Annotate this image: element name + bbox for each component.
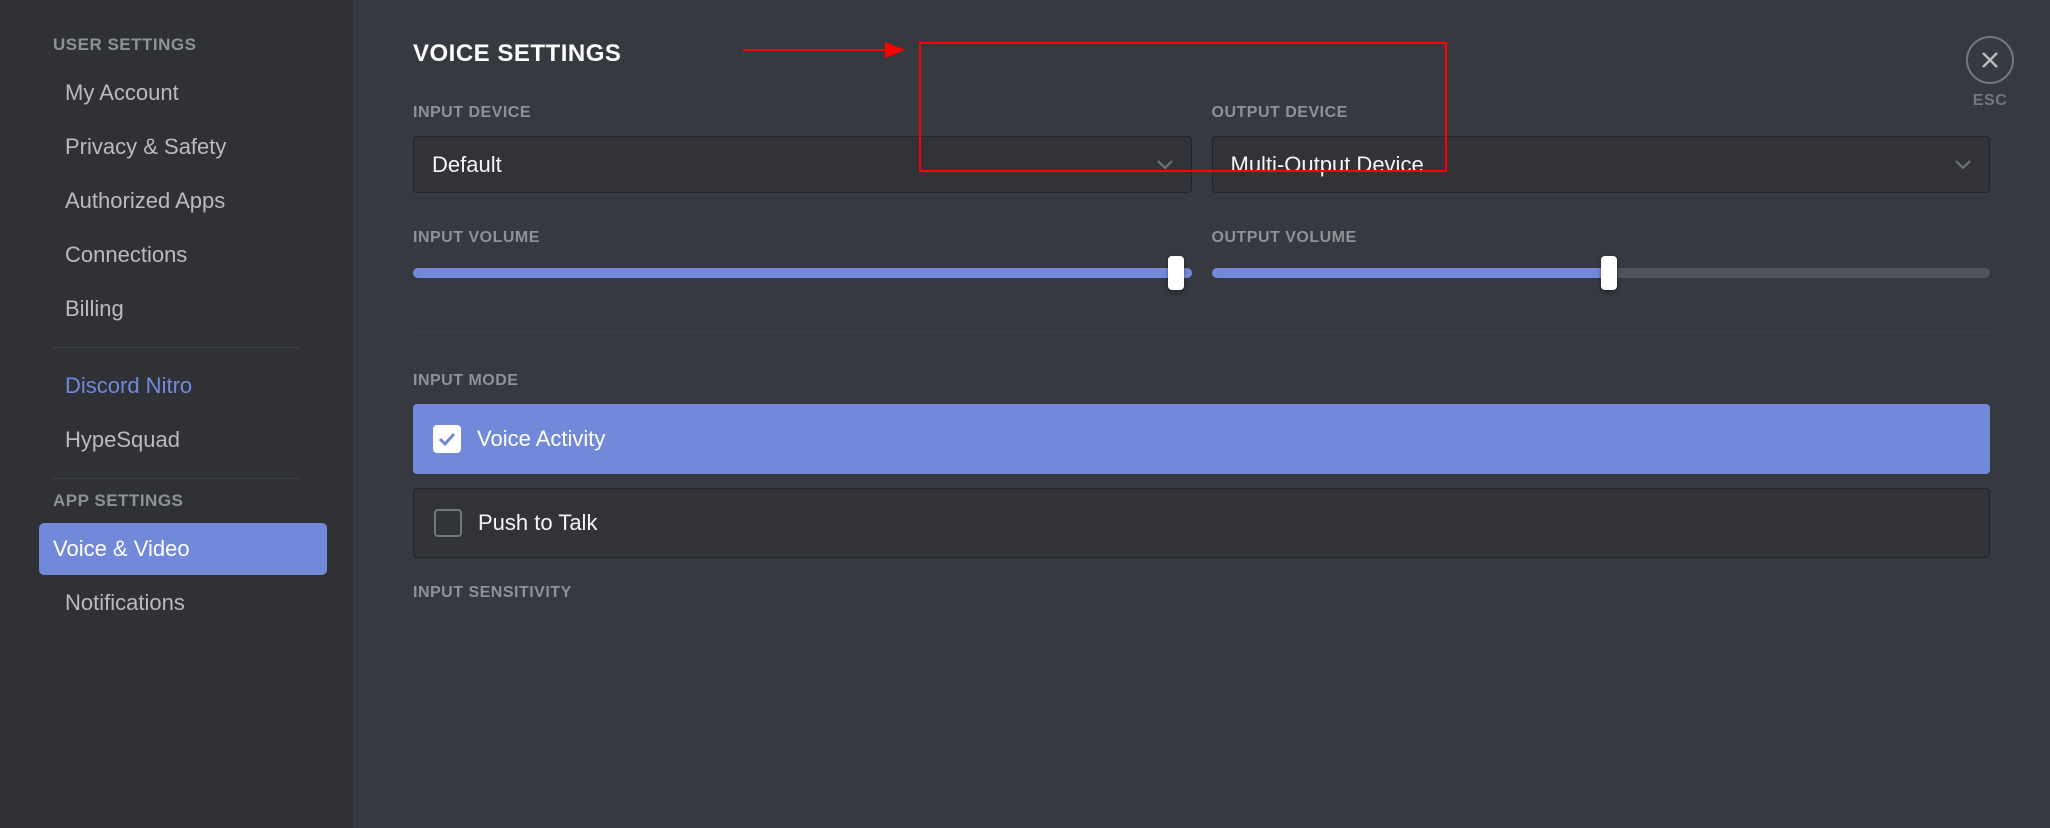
sidebar-item-authorized-apps[interactable]: Authorized Apps [12,175,341,227]
close-icon [1966,36,2014,84]
output-volume-slider[interactable] [1212,263,1991,283]
sidebar-item-voice-video[interactable]: Voice & Video [39,523,327,575]
input-device-value: Default [432,152,502,178]
slider-fill [413,268,1192,278]
output-device-column: OUTPUT DEVICE Multi-Output Device [1212,104,1991,193]
output-volume-label: OUTPUT VOLUME [1212,229,1991,247]
sidebar-item-privacy-safety[interactable]: Privacy & Safety [12,121,341,173]
sidebar-item-discord-nitro[interactable]: Discord Nitro [12,360,341,412]
input-volume-slider[interactable] [413,263,1192,283]
close-button[interactable]: ESC [1966,36,2014,110]
radio-label: Voice Activity [477,426,605,452]
divider [413,331,1990,332]
slider-fill [1212,268,1609,278]
sidebar-item-hypesquad[interactable]: HypeSquad [12,414,341,466]
output-device-select[interactable]: Multi-Output Device [1212,136,1991,193]
input-device-select[interactable]: Default [413,136,1192,193]
main-content: VOICE SETTINGS INPUT DEVICE Default OUTP… [353,0,2050,828]
slider-thumb[interactable] [1168,256,1184,290]
divider [53,478,300,479]
checkbox-checked-icon [433,425,461,453]
input-device-column: INPUT DEVICE Default [413,104,1192,193]
sidebar: USER SETTINGS My Account Privacy & Safet… [0,0,353,828]
sidebar-item-billing[interactable]: Billing [12,283,341,335]
output-device-label: OUTPUT DEVICE [1212,104,1991,122]
sidebar-item-notifications[interactable]: Notifications [12,577,341,629]
input-device-label: INPUT DEVICE [413,104,1192,122]
page-title: VOICE SETTINGS [413,40,1990,68]
input-mode-push-to-talk[interactable]: Push to Talk [413,488,1990,558]
input-sensitivity-label: INPUT SENSITIVITY [413,584,1990,602]
input-mode-voice-activity[interactable]: Voice Activity [413,404,1990,474]
divider [53,347,300,348]
user-settings-header: USER SETTINGS [0,35,353,65]
sidebar-item-my-account[interactable]: My Account [12,67,341,119]
checkbox-unchecked-icon [434,509,462,537]
input-volume-column: INPUT VOLUME [413,229,1192,283]
esc-label: ESC [1973,92,2007,110]
chevron-down-icon [1157,160,1173,170]
input-mode-label: INPUT MODE [413,372,1990,390]
slider-thumb[interactable] [1601,256,1617,290]
sidebar-item-connections[interactable]: Connections [12,229,341,281]
input-volume-label: INPUT VOLUME [413,229,1192,247]
app-settings-header: APP SETTINGS [0,491,353,521]
radio-label: Push to Talk [478,510,597,536]
output-device-value: Multi-Output Device [1231,152,1424,178]
chevron-down-icon [1955,160,1971,170]
output-volume-column: OUTPUT VOLUME [1212,229,1991,283]
